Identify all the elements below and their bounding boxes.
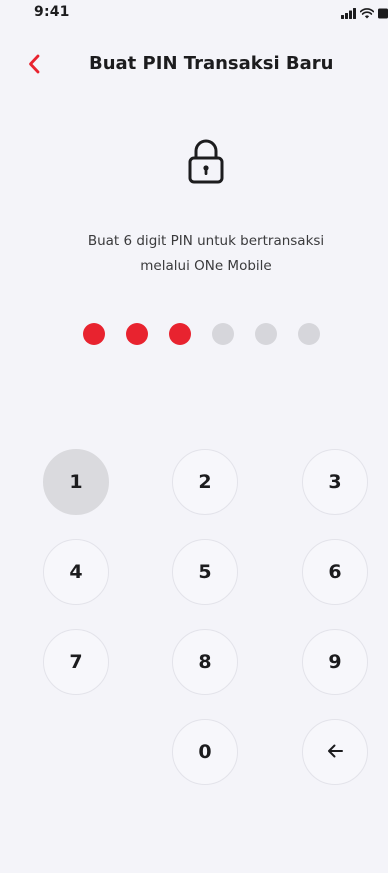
status-icons [341,6,388,20]
instruction-line-1: Buat 6 digit PIN untuk bertransaksi [87,233,325,249]
key-label: 2 [198,471,212,493]
pin-dot-filled [126,323,148,345]
key-label: 8 [198,651,212,673]
wifi-icon [359,4,375,23]
key-5[interactable]: 5 [172,539,238,605]
delete-button[interactable] [302,719,368,785]
cellular-signal-icon [341,4,356,23]
instruction-text: Buat 6 digit PIN untuk bertransaksi mela… [44,229,368,279]
key-0[interactable]: 0 [172,719,238,785]
key-8[interactable]: 8 [172,629,238,695]
key-label: 4 [69,561,83,583]
key-label: 7 [69,651,83,673]
key-label: 3 [328,471,342,493]
back-button[interactable] [18,50,50,82]
instruction-line-2: melalui ONe Mobile [140,258,272,274]
arrow-left-icon [327,741,343,763]
key-7[interactable]: 7 [43,629,109,695]
key-6[interactable]: 6 [302,539,368,605]
key-label: 5 [198,561,212,583]
key-label: 1 [69,471,83,493]
pin-dot-empty [212,323,234,345]
key-label: 6 [328,561,342,583]
key-2[interactable]: 2 [172,449,238,515]
status-bar: 9:41 [0,0,388,30]
pin-dot-filled [169,323,191,345]
lock-icon [186,137,226,185]
header: Buat PIN Transaksi Baru [0,40,388,88]
key-label: 9 [328,651,342,673]
key-1[interactable]: 1 [43,449,109,515]
status-time: 9:41 [34,4,70,20]
key-4[interactable]: 4 [43,539,109,605]
key-3[interactable]: 3 [302,449,368,515]
key-label: 0 [198,741,212,763]
key-9[interactable]: 9 [302,629,368,695]
chevron-left-icon [27,54,41,78]
pin-dot-empty [298,323,320,345]
page-title: Buat PIN Transaksi Baru [89,53,334,74]
pin-indicator [83,323,320,347]
battery-icon [378,4,388,23]
pin-dot-filled [83,323,105,345]
pin-dot-empty [255,323,277,345]
